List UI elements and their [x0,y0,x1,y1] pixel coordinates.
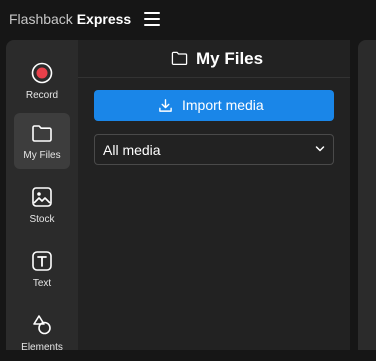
chevron-down-icon [315,146,325,152]
canvas-area [358,40,376,350]
folder-icon [171,51,188,66]
text-icon [32,251,52,271]
panel-title: My Files [196,49,264,68]
sidebar-item-label: Text [32,278,52,289]
panel-header: My Files [78,40,350,78]
sidebar-rail: Record My Files Stock Text Elements [6,40,78,353]
sidebar-item-label: Stock [29,214,55,225]
shapes-icon [33,315,51,335]
download-icon [159,99,172,112]
sidebar-item-record[interactable]: Record [14,53,70,109]
my-files-panel: My Files Import media All media [78,40,350,350]
sidebar-item-text[interactable]: Text [14,241,70,297]
hamburger-menu-button[interactable] [142,10,162,28]
sidebar-item-label: My Files [23,150,61,161]
folder-icon [32,125,52,142]
media-filter-select[interactable]: All media [94,134,334,165]
import-media-label: Import media [182,97,264,113]
app-brand: Flashback Express [9,11,131,27]
media-filter-value: All media [103,142,161,158]
import-media-button[interactable]: Import media [94,90,334,121]
sidebar-item-my-files[interactable]: My Files [14,113,70,169]
sidebar-item-label: Record [25,90,59,101]
brand-name: Flashback [9,11,73,27]
image-icon [32,187,52,207]
sidebar-item-elements[interactable]: Elements [14,305,70,361]
record-icon [31,62,53,84]
brand-edition: Express [76,11,132,27]
top-bar: Flashback Express [0,0,376,38]
sidebar-item-stock[interactable]: Stock [14,177,70,233]
sidebar-item-label: Elements [21,342,63,353]
